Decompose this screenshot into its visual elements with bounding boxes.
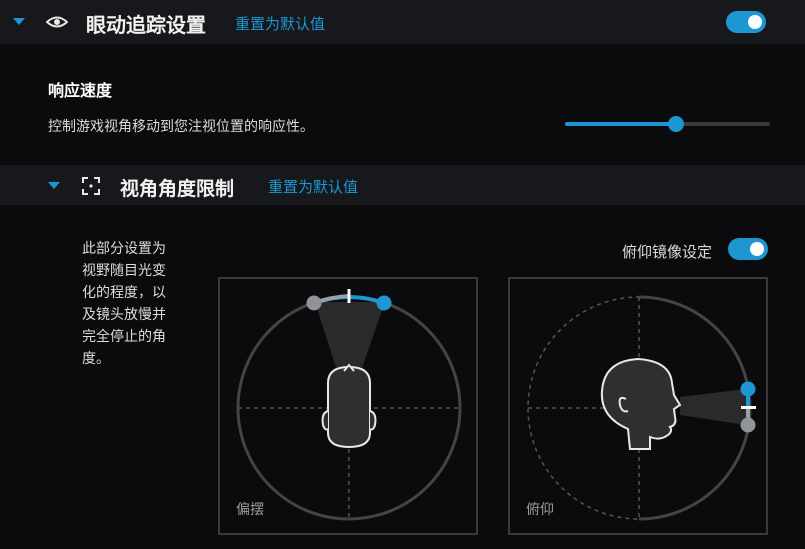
pitch-center-marker [741,406,756,409]
view-limit-title: 视角角度限制 [120,178,235,200]
view-limit-reset-link[interactable]: 重置为默认值 [268,176,358,197]
note-line: 此部分设置为 [82,241,166,257]
pitch-diagram [527,295,756,521]
note-line: 化的程度，以 [82,285,166,301]
yaw-label: 偏摆 [236,502,264,518]
collapse-caret-icon[interactable] [48,182,60,189]
pitch-panel: 俯仰 [508,277,768,535]
yaw-left-handle [306,295,322,311]
head-side-icon [600,357,682,450]
pitch-label: 俯仰 [526,502,554,518]
pitch-view-cone [680,389,746,425]
slider-fill [565,122,676,126]
pitch-down-handle [740,417,756,433]
note-line: 及镜头放慢并 [82,307,166,323]
view-limit-note: 此部分设置为 视野随目光变 化的程度，以 及镜头放慢并 完全停止的角 度。 [82,238,166,370]
note-line: 度。 [82,351,110,367]
page-title: 眼动追踪设置 [86,13,206,37]
head-top-icon [327,365,371,449]
pitch-mirror-label: 俯仰镜像设定 [622,243,713,261]
response-speed-heading: 响应速度 [48,81,113,100]
response-slider[interactable] [565,116,770,132]
pitch-up-handle [740,381,756,397]
yaw-view-cone [315,302,385,374]
pitch-mirror-toggle[interactable] [728,238,768,260]
eye-tracking-toggle[interactable] [726,11,766,33]
note-line: 完全停止的角 [82,329,166,345]
note-line: 视野随目光变 [82,263,166,279]
yaw-diagram [236,289,462,521]
slider-thumb[interactable] [667,116,684,132]
focus-frame-icon [82,177,100,195]
yaw-right-handle [376,295,392,311]
yaw-center-marker [347,289,351,303]
response-speed-description: 控制游戏视角移动到您注视位置的响应性。 [48,119,314,135]
eye-icon [46,16,68,28]
yaw-panel: 偏摆 [218,277,478,535]
toggle-knob [750,242,764,256]
collapse-caret-icon[interactable] [13,18,25,25]
reset-default-link[interactable]: 重置为默认值 [235,13,325,34]
toggle-knob [748,15,762,29]
